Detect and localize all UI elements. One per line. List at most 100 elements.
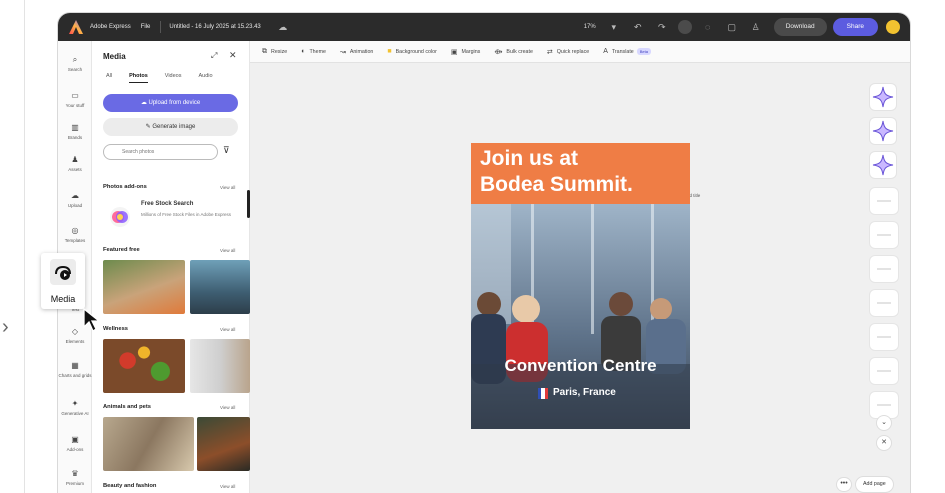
- app-name: Adobe Express: [90, 24, 131, 30]
- page-thumbnail[interactable]: [870, 256, 898, 282]
- poster-header[interactable]: Join us at Bodea Summit.: [471, 143, 690, 204]
- tab-audio[interactable]: Audio: [198, 73, 212, 83]
- view-all-wellness[interactable]: View all: [220, 327, 235, 332]
- rail-item-templates[interactable]: ◎ Templates: [58, 226, 92, 243]
- brand-icon: ▥: [71, 123, 79, 132]
- search-input[interactable]: [103, 144, 218, 160]
- page-thumbnail[interactable]: [870, 324, 898, 350]
- bulk-create-icon: ⟴: [494, 48, 503, 56]
- poster-location[interactable]: Paris, France: [553, 387, 616, 398]
- share-button[interactable]: Share: [832, 18, 878, 36]
- premium-icon: ♛: [71, 469, 79, 478]
- document-title[interactable]: Untitled - 16 July 2025 at 15.23.43: [169, 24, 260, 30]
- toolbar-bulk-create-button[interactable]: ⟴ Bulk create: [494, 48, 533, 56]
- download-button[interactable]: Download: [773, 18, 827, 36]
- rail-item-generative-ai[interactable]: ✦ Generative AI: [58, 399, 92, 416]
- rail-item-brands[interactable]: ▥ Brands: [58, 123, 92, 140]
- photo-thumbnail-dog[interactable]: [197, 417, 250, 471]
- tab-all[interactable]: All: [106, 73, 112, 83]
- photo-thumbnail-fitness[interactable]: [190, 339, 250, 393]
- redo-icon[interactable]: ↷: [655, 20, 669, 34]
- collaborator-icon[interactable]: [677, 20, 692, 34]
- beta-badge: Beta: [636, 48, 651, 55]
- toolbar-translate-button[interactable]: A Translate Beta: [603, 48, 651, 55]
- filter-icon[interactable]: ⊽: [223, 145, 230, 156]
- cloud-sync-icon[interactable]: ☁: [276, 20, 290, 34]
- toolbar-label: Margins: [461, 48, 481, 55]
- expand-icon[interactable]: ⤢: [211, 51, 217, 61]
- theme-icon: ◐: [301, 48, 306, 55]
- poster-design[interactable]: Join us at Bodea Summit. Convention Cent…: [471, 143, 690, 429]
- toolbar-quick-replace-button[interactable]: ⇄ Quick replace: [547, 48, 589, 56]
- section-title-beauty: Beauty and fashion: [103, 483, 157, 489]
- toolbar-resize-button[interactable]: ⧉ Resize: [262, 48, 287, 56]
- rail-item-label: Your stuff: [65, 103, 85, 108]
- lightbulb-icon[interactable]: ◌: [701, 20, 715, 34]
- free-stock-search-icon[interactable]: [107, 204, 133, 230]
- poster-headline-1[interactable]: Join us at: [480, 147, 578, 171]
- comment-icon[interactable]: ▢: [725, 20, 739, 34]
- zoom-level[interactable]: 17%: [584, 24, 596, 30]
- user-avatar[interactable]: [886, 20, 900, 34]
- sparkle-icon: [872, 86, 894, 108]
- ai-sparkle-button[interactable]: [870, 152, 896, 178]
- page-thumbnail[interactable]: [870, 358, 898, 384]
- view-all-animals[interactable]: View all: [220, 405, 235, 410]
- photo-thumbnail-vegetables[interactable]: [103, 339, 185, 393]
- page-thumbnail[interactable]: [870, 222, 898, 248]
- media-rail-tooltip[interactable]: Media: [41, 253, 85, 309]
- person-add-icon[interactable]: ♙: [749, 20, 763, 34]
- top-bar: Adobe Express File Untitled - 16 July 20…: [58, 13, 910, 41]
- photo-thumbnail-car[interactable]: [190, 260, 250, 314]
- section-title-animals: Animals and pets: [103, 404, 151, 410]
- section-title-addons: Photos add-ons: [103, 184, 147, 190]
- file-menu[interactable]: File: [141, 24, 151, 30]
- toolbar-label: Translate: [611, 48, 634, 55]
- page-thumbnail[interactable]: [870, 188, 898, 214]
- photo-thumbnail-child[interactable]: [103, 260, 185, 314]
- close-icon[interactable]: ✕: [229, 50, 237, 61]
- page-thumbnail[interactable]: [870, 392, 898, 418]
- upload-button[interactable]: ☁ Upload from device: [103, 94, 238, 112]
- divider: [160, 21, 162, 33]
- view-all-addons[interactable]: View all: [220, 185, 235, 190]
- rail-item-premium[interactable]: ♛ Premium: [58, 469, 92, 486]
- view-all-beauty[interactable]: View all: [220, 484, 235, 489]
- close-icon[interactable]: ✕: [877, 436, 891, 450]
- poster-headline-2[interactable]: Bodea Summit.: [480, 173, 633, 197]
- toolbar-animation-button[interactable]: ↝ Animation: [340, 48, 373, 56]
- tab-videos[interactable]: Videos: [165, 73, 182, 83]
- rail-item-add-ons[interactable]: ▣ Add-ons: [58, 435, 92, 452]
- rail-item-label: Search: [67, 67, 83, 72]
- assets-icon: ♟: [71, 155, 79, 164]
- genai-icon: ✦: [71, 399, 79, 408]
- toolbar-margins-button[interactable]: ▣ Margins: [451, 48, 480, 56]
- rail-item-assets[interactable]: ♟ Assets: [58, 155, 92, 172]
- chevron-down-icon[interactable]: ▾: [607, 20, 621, 34]
- add-page-button[interactable]: Add page: [856, 477, 893, 492]
- more-options-icon[interactable]: •••: [837, 478, 851, 491]
- sparkle-icon: [872, 154, 894, 176]
- toolbar-background-color-button[interactable]: ■ Background color: [387, 48, 436, 55]
- toolbar-label: Theme: [309, 48, 326, 55]
- tab-photos[interactable]: Photos: [129, 73, 148, 83]
- chevron-right-icon[interactable]: ›: [2, 316, 9, 339]
- page-thumbnail[interactable]: [870, 290, 898, 316]
- chevron-down-icon[interactable]: ⌄: [877, 416, 891, 430]
- undo-icon[interactable]: ↶: [631, 20, 645, 34]
- ai-sparkle-button[interactable]: [870, 118, 896, 144]
- adobe-express-logo-icon[interactable]: [68, 19, 84, 35]
- rail-item-search[interactable]: ⌕ Search: [58, 55, 92, 72]
- rail-item-upload[interactable]: ☁ Upload: [58, 191, 92, 208]
- toolbar-theme-button[interactable]: ◐ Theme: [301, 48, 326, 55]
- ai-sparkle-button[interactable]: [870, 84, 896, 110]
- addon-title[interactable]: Free Stock Search: [141, 201, 193, 207]
- rail-item-your-stuff[interactable]: ▭ Your stuff: [58, 91, 92, 108]
- view-all-featured[interactable]: View all: [220, 248, 235, 253]
- poster-venue[interactable]: Convention Centre: [471, 356, 690, 376]
- section-title-wellness: Wellness: [103, 326, 129, 332]
- rail-item-charts-and-grids[interactable]: ▦ Charts and grids: [58, 361, 92, 378]
- mouse-cursor-icon: [83, 307, 101, 332]
- photo-thumbnail-cat[interactable]: [103, 417, 194, 471]
- generate-image-button[interactable]: ✎ Generate image: [103, 118, 238, 136]
